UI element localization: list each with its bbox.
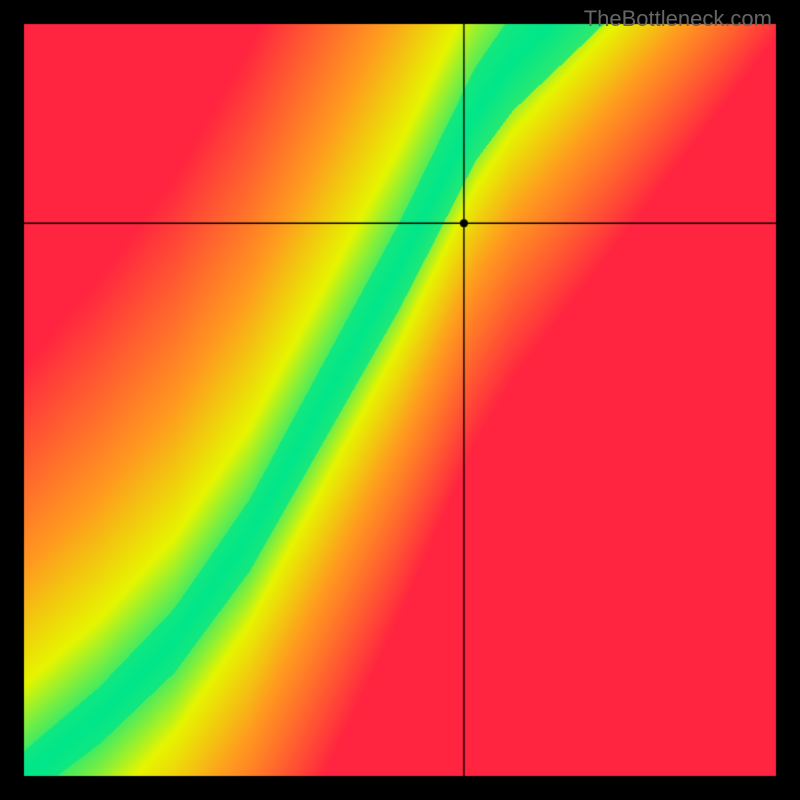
heatmap-canvas bbox=[0, 0, 800, 800]
bottleneck-heatmap: TheBottleneck.com bbox=[0, 0, 800, 800]
watermark-text: TheBottleneck.com bbox=[584, 6, 772, 32]
